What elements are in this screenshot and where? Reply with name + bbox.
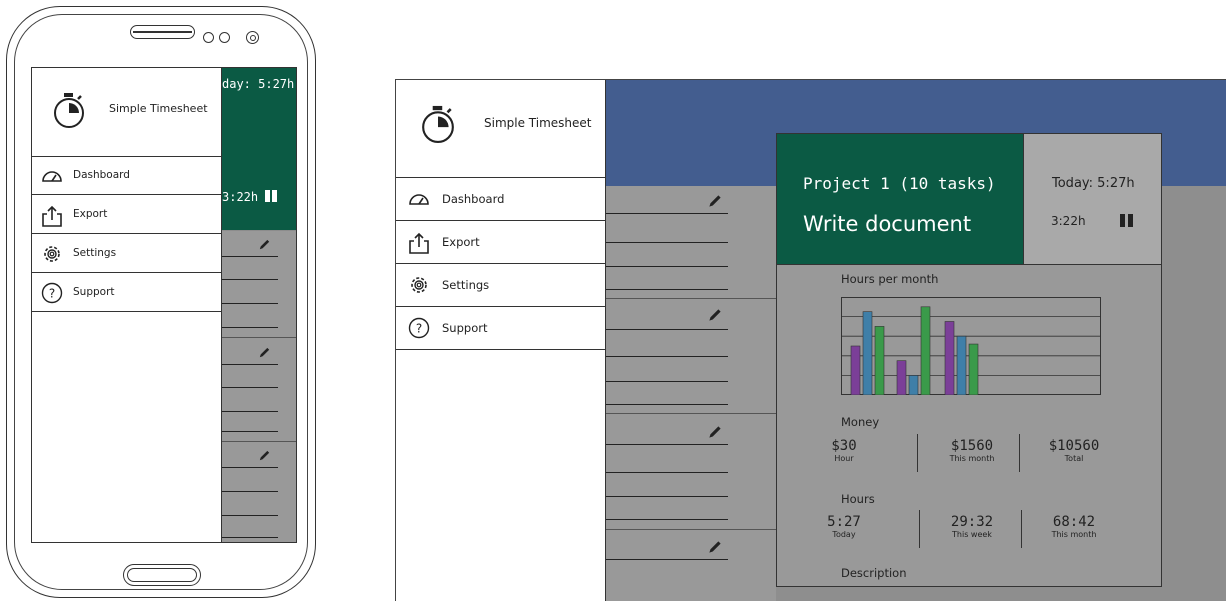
pause-icon[interactable] [265, 190, 278, 202]
tablet-screen: Project 1 (10 tasks) Write document Toda… [395, 79, 1226, 601]
phone-screen: day: 5:27h 3:22h Simple Timesheet Dashbo… [31, 67, 297, 543]
nav-drawer: Simple Timesheet Dashboard Export Settin… [396, 80, 606, 601]
chart-bar [850, 345, 861, 395]
gear-icon [411, 277, 427, 293]
menu-item-label: Support [442, 321, 488, 335]
menu-item-dashboard[interactable]: Dashboard [396, 178, 606, 221]
drawer-header: Simple Timesheet [396, 80, 606, 178]
menu-item-label: Export [442, 235, 480, 249]
money-title: Money [841, 415, 880, 429]
hours-month-stat: 68:42 This month [1029, 514, 1119, 539]
phone-speaker [130, 25, 195, 39]
divider [917, 434, 918, 472]
menu-item-label: Settings [73, 247, 117, 259]
project-title: Project 1 (10 tasks) [803, 174, 996, 193]
divider [919, 510, 920, 548]
pencil-icon[interactable] [706, 538, 724, 556]
money-total-stat: $10560 Total [1029, 438, 1119, 463]
elapsed-time: 3:22h [1051, 214, 1086, 228]
chart-title: Hours per month [841, 272, 939, 286]
phone-home-button[interactable] [123, 564, 201, 586]
svg-text:?: ? [416, 322, 422, 336]
svg-text:?: ? [49, 287, 55, 301]
stat-caption: Total [1064, 454, 1084, 463]
stopwatch-icon [54, 93, 84, 128]
today-time: Today: 5:27h [1052, 176, 1135, 191]
pencil-icon[interactable] [706, 423, 724, 441]
chart-bar [862, 311, 873, 395]
pencil-icon[interactable] [706, 306, 724, 324]
menu-item-label: Support [73, 286, 115, 298]
menu-item-export[interactable]: Export [396, 221, 606, 264]
app-name: Simple Timesheet [484, 116, 592, 130]
divider [777, 264, 1161, 265]
menu-item-label: Settings [442, 278, 490, 292]
task-title: Write document [803, 212, 972, 236]
timer-panel: Today: 5:27h 3:22h [1023, 134, 1161, 264]
stat-caption: Today [832, 530, 856, 539]
stat-caption: This month [949, 454, 995, 463]
chart-bar [920, 306, 931, 395]
stat-value: 5:27 [827, 514, 861, 530]
money-month-stat: $1560 This month [927, 438, 1017, 463]
dashboard-gauge-icon [409, 194, 429, 205]
gear-icon [44, 246, 60, 262]
phone-elapsed-time: 3:22h [222, 190, 259, 204]
stat-caption: This month [1051, 530, 1097, 539]
menu-item-dashboard[interactable]: Dashboard [32, 157, 222, 195]
money-hour-stat: $30 Hour [799, 438, 889, 463]
description-title: Description [841, 566, 907, 580]
question-circle-icon: ? [408, 317, 430, 339]
hours-per-month-chart [841, 297, 1101, 395]
pencil-icon[interactable] [257, 448, 272, 463]
menu-item-settings[interactable]: Settings [396, 264, 606, 307]
divider [1019, 434, 1020, 472]
task-list [606, 186, 776, 601]
pencil-icon[interactable] [706, 192, 724, 210]
pencil-icon[interactable] [257, 345, 272, 360]
chart-bar [874, 326, 885, 395]
chart-bar [956, 335, 967, 395]
phone-task-list [222, 231, 296, 542]
pencil-icon[interactable] [257, 237, 272, 252]
chart-bar [968, 343, 979, 395]
phone-sensor-icon [219, 32, 230, 43]
stopwatch-icon [422, 105, 454, 143]
pause-icon[interactable] [1120, 214, 1133, 227]
dashboard-gauge-icon [42, 171, 62, 182]
stat-caption: Hour [834, 454, 854, 463]
stat-caption: This week [952, 530, 992, 539]
export-share-icon [409, 232, 429, 254]
app-name: Simple Timesheet [109, 102, 208, 115]
phone-nav-drawer: Simple Timesheet Dashboard Export Settin… [32, 68, 222, 542]
menu-item-label: Dashboard [442, 192, 505, 206]
menu-item-support[interactable]: ? Support [32, 274, 222, 312]
phone-today-time: day: 5:27h [222, 77, 295, 91]
hours-week-stat: 29:32 This week [927, 514, 1017, 539]
menu-item-support[interactable]: ? Support [396, 307, 606, 350]
hours-title: Hours [841, 492, 875, 506]
menu-item-label: Export [73, 208, 108, 220]
question-circle-icon: ? [41, 282, 63, 304]
phone-timer-panel: day: 5:27h 3:22h [222, 68, 296, 230]
stat-value: $10560 [1048, 438, 1100, 454]
menu-item-settings[interactable]: Settings [32, 235, 222, 273]
task-header: Project 1 (10 tasks) Write document [777, 134, 1023, 264]
divider [1021, 510, 1022, 548]
stat-value: 68:42 [1052, 514, 1096, 530]
chart-bar [896, 360, 907, 395]
phone-sensor-icon [203, 32, 214, 43]
drawer-header: Simple Timesheet [32, 68, 222, 157]
chart-bar [908, 375, 919, 395]
chart-bar [944, 321, 955, 395]
menu-item-export[interactable]: Export [32, 196, 222, 234]
phone-camera-icon [246, 31, 259, 44]
menu-item-label: Dashboard [73, 169, 130, 181]
export-share-icon [42, 205, 62, 227]
stat-value: $1560 [950, 438, 994, 454]
task-detail-card: Project 1 (10 tasks) Write document Toda… [776, 133, 1162, 587]
hours-today-stat: 5:27 Today [799, 514, 889, 539]
stat-value: $30 [831, 438, 857, 454]
stat-value: 29:32 [950, 514, 994, 530]
